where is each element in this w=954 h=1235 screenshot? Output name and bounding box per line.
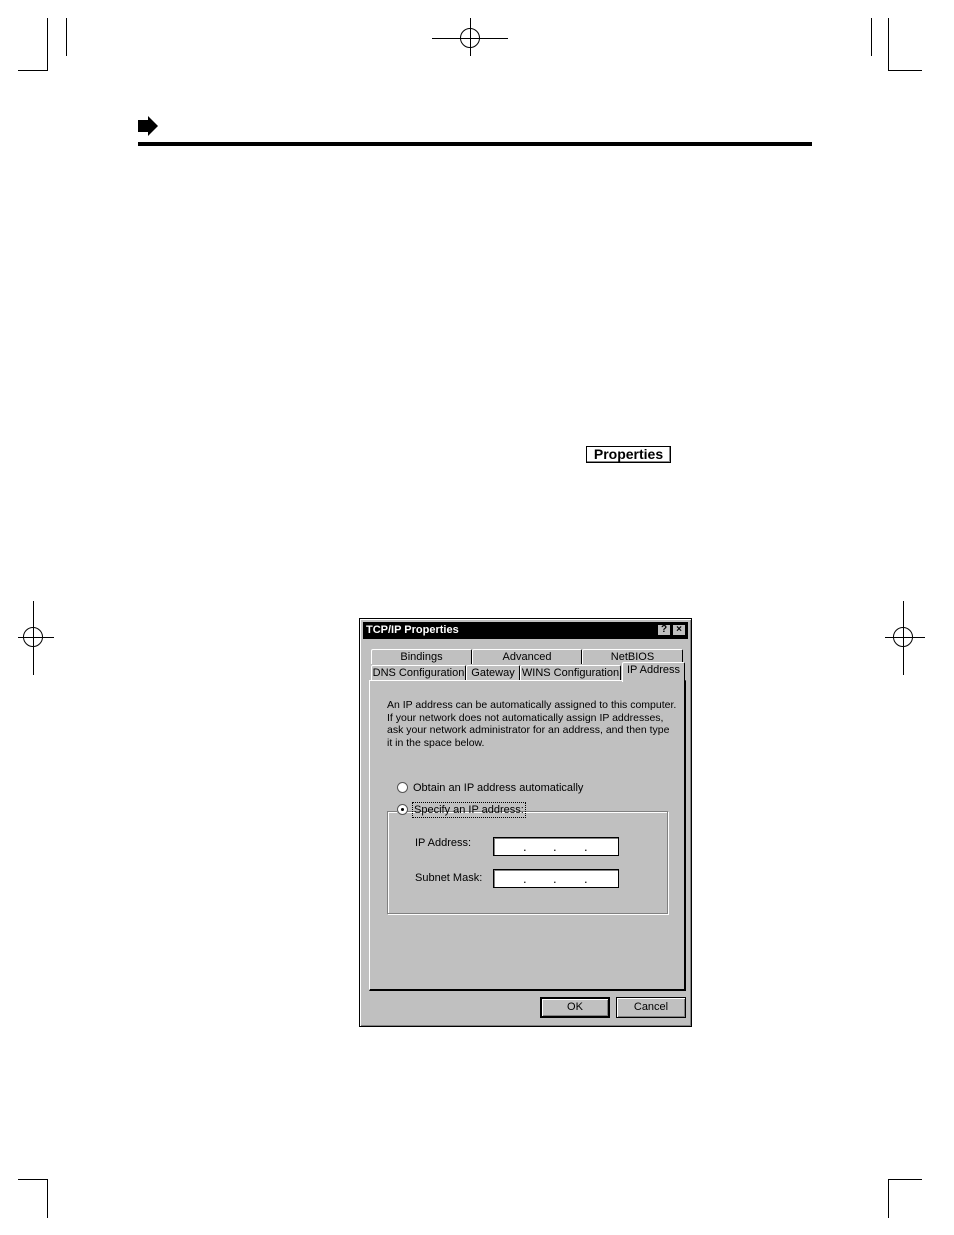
radio-specify-label: Specify an IP address: <box>412 802 526 818</box>
dialog-title: TCP/IP Properties <box>366 624 459 636</box>
help-icon[interactable]: ? <box>657 624 671 636</box>
subnet-mask-input[interactable]: . . . <box>493 869 619 888</box>
ip-description: An IP address can be automatically assig… <box>387 699 677 749</box>
radio-button-selected-icon[interactable] <box>397 804 408 815</box>
tab-dns-configuration[interactable]: DNS Configuration <box>371 665 466 680</box>
tab-bindings[interactable]: Bindings <box>371 649 472 664</box>
tab-gateway[interactable]: Gateway <box>466 665 520 680</box>
ip-address-label: IP Address: <box>415 837 472 849</box>
tcpip-properties-dialog: TCP/IP Properties ? × Bindings Advanced … <box>359 618 692 1027</box>
tab-advanced[interactable]: Advanced <box>472 649 582 664</box>
radio-button-icon[interactable] <box>397 782 408 793</box>
ip-address-panel: An IP address can be automatically assig… <box>369 680 686 991</box>
arrow-right-icon <box>138 116 158 136</box>
properties-button[interactable]: Properties <box>586 446 671 463</box>
subnet-mask-label: Subnet Mask: <box>415 872 483 884</box>
header-rule <box>138 142 812 146</box>
specify-ip-groupbox: IP Address: . . . Subnet Mask: . . . <box>387 811 668 914</box>
radio-obtain-label: Obtain an IP address automatically <box>413 782 584 794</box>
tab-ip-address[interactable]: IP Address <box>622 662 685 682</box>
tab-wins-configuration[interactable]: WINS Configuration <box>520 665 621 680</box>
dialog-titlebar: TCP/IP Properties ? × <box>363 622 688 639</box>
ok-button[interactable]: OK <box>540 997 610 1018</box>
close-icon[interactable]: × <box>672 624 686 636</box>
cancel-button[interactable]: Cancel <box>616 997 686 1018</box>
radio-specify-ip[interactable]: Specify an IP address: <box>397 802 526 818</box>
ip-address-input[interactable]: . . . <box>493 837 619 856</box>
